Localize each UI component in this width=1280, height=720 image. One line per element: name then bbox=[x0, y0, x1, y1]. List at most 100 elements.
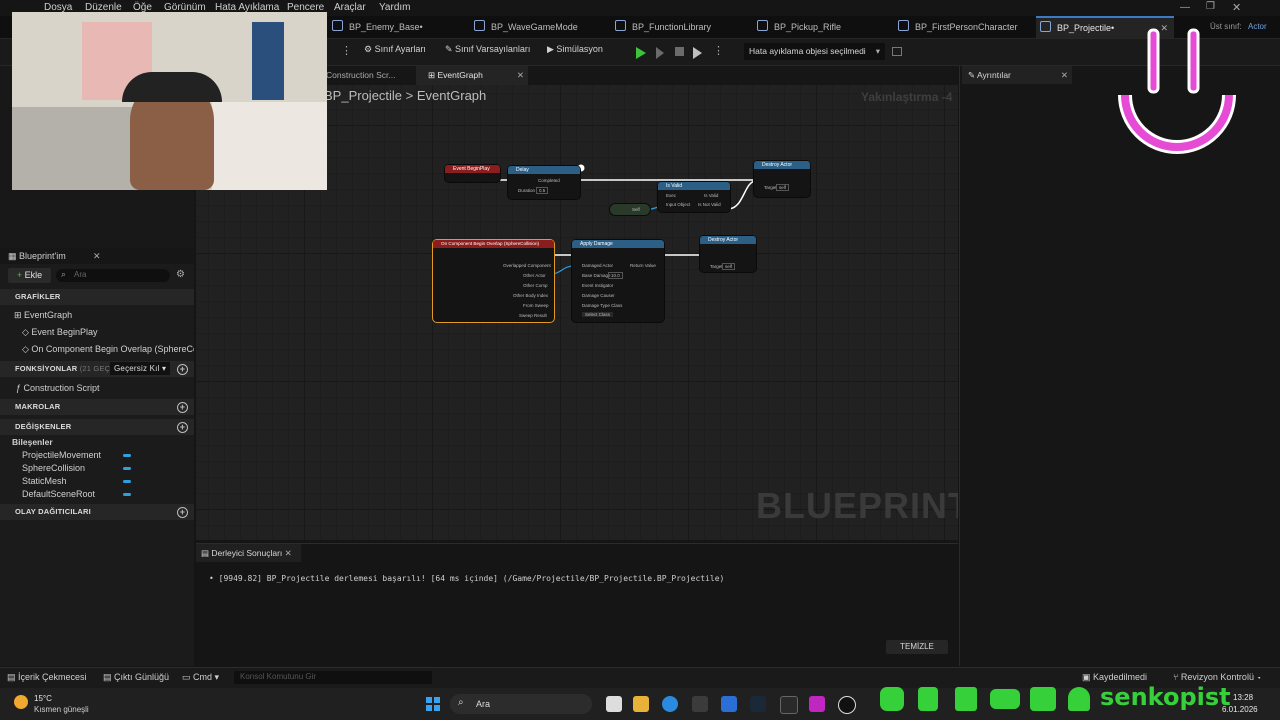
pin-damaged-actor[interactable]: Damaged Actor bbox=[582, 263, 613, 268]
play-icon[interactable] bbox=[636, 47, 646, 59]
duration-value-field[interactable]: 0.5 bbox=[536, 187, 549, 194]
weather-description[interactable]: Kısmen güneşli bbox=[34, 705, 89, 714]
content-drawer-button[interactable]: ▤ İçerik Çekmecesi bbox=[7, 672, 87, 683]
add-dispatcher-icon[interactable]: + bbox=[177, 507, 188, 518]
maximize-icon[interactable]: ❐ bbox=[1206, 1, 1215, 12]
settings-gear-icon[interactable]: ⚙ bbox=[176, 269, 185, 280]
blueprint-search-input[interactable]: ⌕ Ara bbox=[56, 269, 170, 282]
tab-construction-script[interactable]: Construction Scr... bbox=[326, 66, 414, 85]
pin-target[interactable]: Target bbox=[710, 264, 723, 269]
class-defaults-button[interactable]: ✎ Sınıf Varsayılanları bbox=[445, 44, 530, 55]
variable-sphere-collision[interactable]: SphereCollision bbox=[0, 463, 216, 473]
tab-bp-enemy-base[interactable]: BP_Enemy_Base• bbox=[332, 16, 462, 38]
variable-static-mesh[interactable]: StaticMesh bbox=[0, 476, 216, 486]
add-variable-icon[interactable]: + bbox=[177, 422, 188, 433]
menu-help[interactable]: Yardım bbox=[379, 2, 411, 13]
add-button[interactable]: + Ekle bbox=[8, 268, 51, 283]
minimize-icon[interactable]: — bbox=[1180, 2, 1190, 13]
windows-start-icon[interactable] bbox=[426, 697, 440, 711]
node-delay[interactable]: Delay Completed Duration 0.5 bbox=[508, 166, 580, 199]
play-options-icon[interactable]: ⋮ bbox=[713, 44, 724, 57]
app-icon[interactable] bbox=[809, 696, 825, 712]
variable-projectile-movement[interactable]: ProjectileMovement bbox=[0, 450, 216, 460]
pin-base-damage[interactable]: Base Damage bbox=[582, 273, 611, 278]
toolbar-kebab-icon[interactable]: ⋮ bbox=[341, 44, 352, 57]
file-explorer-icon[interactable] bbox=[633, 696, 649, 712]
variable-default-scene-root[interactable]: DefaultSceneRoot bbox=[0, 489, 216, 499]
tab-close-icon[interactable]: ✕ bbox=[285, 548, 292, 558]
epic-games-icon[interactable] bbox=[780, 696, 798, 714]
store-icon[interactable] bbox=[721, 696, 737, 712]
pin-damage-type-class[interactable]: Damage Type Class bbox=[582, 303, 622, 308]
pin-event-instigator[interactable]: Event Instigator bbox=[582, 283, 613, 288]
pin-exec[interactable]: Exec bbox=[666, 193, 676, 198]
tab-bp-first-person-character[interactable]: BP_FirstPersonCharacter bbox=[898, 16, 1036, 38]
pin-other-actor[interactable]: Other Actor bbox=[523, 273, 546, 278]
pin-target[interactable]: Target bbox=[764, 185, 777, 190]
output-log-button[interactable]: ▤ Çıktı Günlüğü bbox=[103, 672, 169, 683]
graphs-section-header[interactable]: GRAFİKLER bbox=[0, 289, 194, 305]
damage-type-dropdown[interactable]: Select Class bbox=[582, 312, 614, 317]
task-view-icon[interactable] bbox=[606, 696, 622, 712]
tree-item-event-beginplay[interactable]: ◇ Event BeginPlay bbox=[0, 327, 216, 338]
simulation-button[interactable]: ▶ Simülasyon bbox=[547, 44, 603, 55]
add-function-icon[interactable]: + bbox=[177, 364, 188, 375]
components-category[interactable]: Bileşenler bbox=[0, 437, 206, 447]
class-settings-button[interactable]: ⚙ Sınıf Ayarları bbox=[364, 44, 426, 55]
node-is-valid[interactable]: Is Valid Exec Input Object Is Valid Is N… bbox=[658, 182, 730, 212]
pause-icon[interactable] bbox=[656, 47, 664, 59]
pin-other-body-index[interactable]: Other Body Index bbox=[513, 293, 548, 298]
parent-class-value[interactable]: Actor bbox=[1248, 22, 1267, 31]
unreal-engine-icon[interactable] bbox=[838, 696, 856, 714]
window-close-icon[interactable]: ✕ bbox=[1232, 1, 1241, 14]
pin-other-comp[interactable]: Other Comp bbox=[523, 283, 548, 288]
pin-is-valid[interactable]: Is Valid bbox=[704, 193, 718, 198]
pin-sweep-result[interactable]: Sweep Result bbox=[519, 313, 547, 318]
menu-tools[interactable]: Araçlar bbox=[334, 2, 366, 13]
tab-close-icon[interactable]: ✕ bbox=[517, 66, 524, 85]
pin-overlapped-component[interactable]: Overlapped Component bbox=[503, 263, 551, 268]
pin-return-value[interactable]: Return Value bbox=[630, 263, 656, 268]
node-on-component-begin-overlap[interactable]: On Component Begin Overlap (SphereCollis… bbox=[433, 240, 554, 322]
pin-from-sweep[interactable]: From Sweep bbox=[523, 303, 549, 308]
chrome-icon[interactable] bbox=[662, 696, 678, 712]
pin-duration[interactable]: Duration bbox=[518, 188, 535, 193]
tab-close-icon[interactable]: ✕ bbox=[1061, 66, 1068, 84]
details-tab[interactable]: ✎ Ayrıntılar ✕ bbox=[962, 66, 1072, 84]
tree-item-eventgraph[interactable]: ⊞ EventGraph bbox=[0, 310, 208, 321]
stop-icon[interactable] bbox=[675, 47, 684, 56]
override-dropdown[interactable]: Geçersiz Kıl ▾ bbox=[110, 362, 171, 375]
tab-bp-wave-game-mode[interactable]: BP_WaveGameMode bbox=[474, 16, 609, 38]
compiler-results-tab[interactable]: ▤ Derleyici Sonuçları ✕ bbox=[196, 544, 301, 562]
variables-section-header[interactable]: DEĞİŞKENLER + bbox=[0, 419, 194, 435]
cmd-dropdown[interactable]: ▭ Cmd ▾ bbox=[182, 672, 219, 683]
steam-icon[interactable] bbox=[750, 696, 766, 712]
panel-close-icon[interactable]: ✕ bbox=[93, 248, 101, 264]
clear-button[interactable]: TEMİZLE bbox=[886, 640, 948, 654]
eject-icon[interactable] bbox=[693, 47, 702, 59]
debug-object-dropdown[interactable]: Hata ayıklama objesi seçilmedi ▾ bbox=[744, 43, 885, 60]
pin-input-object[interactable]: Input Object bbox=[666, 202, 690, 207]
event-dispatchers-section-header[interactable]: OLAY DAĞITICILARI + bbox=[0, 504, 194, 520]
base-damage-field[interactable]: 10.0 bbox=[608, 272, 623, 279]
node-event-beginplay[interactable]: Event BeginPlay bbox=[445, 165, 500, 182]
tab-bp-pickup-rifle[interactable]: BP_Pickup_Rifle bbox=[757, 16, 887, 38]
find-in-blueprint-icon[interactable] bbox=[892, 47, 902, 56]
weather-temp[interactable]: 15°C bbox=[34, 694, 52, 703]
pin-completed[interactable]: Completed bbox=[538, 178, 560, 183]
node-destroy-actor-2[interactable]: Destroy Actor Target self bbox=[700, 236, 756, 272]
tree-item-on-component-overlap[interactable]: ◇ On Component Begin Overlap (SphereCol bbox=[0, 344, 194, 355]
taskbar-search-box[interactable]: ⌕ Ara bbox=[450, 694, 592, 714]
my-blueprint-tab[interactable]: ▦ Blueprint'im ✕ bbox=[0, 248, 194, 264]
tree-item-construction-script[interactable]: ƒ Construction Script bbox=[0, 383, 210, 393]
github-icon[interactable] bbox=[692, 696, 708, 712]
macros-section-header[interactable]: MAKROLAR + bbox=[0, 399, 194, 415]
save-status[interactable]: ▣ Kaydedilmedi bbox=[1082, 672, 1147, 683]
pin-damage-causer[interactable]: Damage Causer bbox=[582, 293, 615, 298]
node-apply-damage[interactable]: Apply Damage Damaged Actor Base Damage 1… bbox=[572, 240, 664, 322]
console-command-input[interactable]: Konsol Komutunu Gir bbox=[234, 671, 432, 684]
pin-is-not-valid[interactable]: Is Not Valid bbox=[698, 202, 721, 207]
add-macro-icon[interactable]: + bbox=[177, 402, 188, 413]
node-destroy-actor-1[interactable]: Destroy Actor Target self bbox=[754, 161, 810, 197]
revision-control-button[interactable]: ⑂ Revizyon Kontrolü ▾ bbox=[1173, 672, 1262, 682]
